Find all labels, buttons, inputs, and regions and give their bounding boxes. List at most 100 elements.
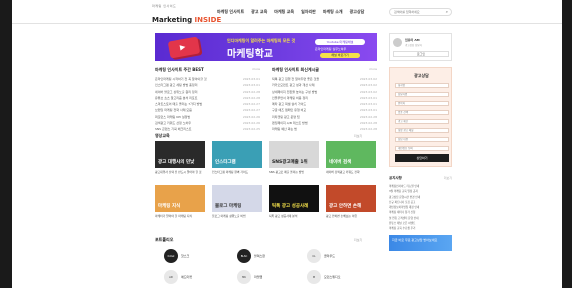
list-item[interactable]: 마케팅 교육 수료생 후기 — [389, 226, 452, 231]
portfolio-name: 애드마켓 — [181, 275, 193, 279]
industry-select[interactable]: 업종 선택 — [395, 110, 449, 115]
nav-item-jobs[interactable]: 일자리판 — [301, 9, 316, 15]
search-icon[interactable]: ⌕ — [446, 9, 448, 14]
nav-item-insight[interactable]: 마케팅 인사이트 — [217, 9, 244, 15]
video-caption[interactable]: 블로그 마케팅 상위노출 비법 — [212, 214, 262, 219]
list-item[interactable]: SNS 콘텐츠 기획 체크리스트 2023.02.25 — [155, 127, 260, 133]
video-thumbnail-text: 광고 대행사의 민낯 — [158, 160, 195, 165]
video-thumbnail-text: 틱톡 광고 성공사례 — [272, 204, 309, 209]
avatar: M — [307, 270, 321, 284]
budget-select[interactable]: 광고 예산 — [395, 119, 449, 124]
video-thumbnail[interactable]: 광고 대행사의 민낯 — [155, 141, 205, 168]
banner-badge: Youtube 마케팅채널 — [315, 39, 365, 45]
video-thumbnail[interactable]: 인스타그램 — [212, 141, 262, 168]
consult-submit-button[interactable]: 상담하기 — [395, 154, 449, 162]
latest-posts-list: 마케팅 인사이트 최신게시글 more 틱톡 광고 집행 전 알아두면 좋은 것… — [272, 67, 377, 134]
portfolio-item[interactable]: CL 클라우드 — [307, 249, 335, 263]
nav-item-about[interactable]: 마케팅 소개 — [323, 9, 343, 15]
manager-name-field[interactable]: 담당자명 — [395, 92, 449, 97]
video-thumbnail-text: 블로그 마케팅 — [215, 204, 242, 209]
video-caption[interactable]: 틱톡 광고 성공사례 분석 — [269, 214, 319, 219]
video-caption[interactable]: SNS 광고로 매출 올리는 방법 — [269, 170, 319, 175]
weekly-best-title: 마케팅 인사이트 주간 BEST — [155, 67, 204, 72]
portfolio-item[interactable]: M 모던스튜디오 — [307, 270, 341, 284]
ad-form-title: 광고상담 — [414, 73, 429, 78]
latest-posts-title: 마케팅 인사이트 최신게시글 — [272, 67, 319, 72]
site-logo[interactable]: 마케팅 인사이드 Marketing INSIDE — [152, 5, 221, 25]
video-caption[interactable]: 마케터가 알아야 할 마케팅 지식 — [155, 214, 205, 219]
video-thumbnail[interactable]: 광고 안하면 손해 — [326, 185, 376, 212]
nav-item-ad-edu[interactable]: 광고 교육 — [251, 9, 267, 15]
nav-item-marketing-edu[interactable]: 마케팅 교육 — [274, 9, 294, 15]
weekly-best-header: 마케팅 인사이트 주간 BEST more — [155, 67, 260, 73]
logo-prefix: Marketing — [152, 16, 195, 24]
portfolio-name: 블랙스완 — [254, 254, 266, 258]
phone-field[interactable]: 연락처 — [395, 101, 449, 106]
logo-text: Marketing INSIDE — [152, 16, 221, 24]
notice-more-link[interactable]: 더보기 — [444, 176, 452, 181]
video-thumbnail-text: 인스타그램 — [215, 160, 236, 165]
video-thumbnail[interactable]: 블로그 마케팅 — [212, 185, 262, 212]
portfolio-item[interactable]: MK 마켓랩 — [237, 270, 262, 284]
message-field[interactable]: 상담 내용 — [395, 137, 449, 142]
video-thumbnail-text: 광고 안하면 손해 — [329, 204, 362, 209]
weekly-best-more-link[interactable]: more — [252, 67, 260, 73]
login-subtitle: 광고상담 담당자 — [405, 44, 422, 47]
logo-highlight: INSIDE — [194, 16, 222, 24]
video-thumbnail[interactable]: 마케팅 지식 — [155, 185, 205, 212]
youtube-icon — [167, 36, 201, 59]
company-field[interactable]: 회사명 — [395, 83, 449, 88]
nav-item-consult[interactable]: 광고상담 — [350, 9, 365, 15]
side-banner[interactable]: 지금 바로 무료 광고상담 받아보세요 — [389, 235, 452, 251]
video-caption[interactable]: 인스타그램 마케팅 완벽 가이드 — [212, 170, 262, 175]
ad-consult-form: 광고상담 회사명 담당자명 연락처 업종 선택 광고 예산 희망 광고 채널 상… — [389, 67, 452, 167]
video-caption[interactable]: 광고 안하면 손해보는 이유 — [326, 214, 376, 219]
video-thumbnail[interactable]: 틱톡 광고 성공사례 — [269, 185, 319, 212]
video-thumbnail[interactable]: SNS광고매출 1위 — [269, 141, 319, 168]
portfolio-name: 클라우드 — [324, 254, 336, 258]
search-input[interactable] — [394, 9, 440, 15]
logo-subtitle: 마케팅 인사이드 — [152, 4, 177, 8]
avatar — [393, 38, 402, 47]
avatar: CL — [307, 249, 321, 263]
portfolio-name: 핫스크 — [181, 254, 190, 258]
banner-title: 마케팅학교 — [227, 49, 273, 60]
header: 마케팅 인사이드 Marketing INSIDE 마케팅 인사이트 광고 교육… — [12, 0, 562, 24]
video-caption[interactable]: 광고대행사 선택 전 반드시 알아야 할 것 — [155, 170, 205, 175]
video-caption[interactable]: 네이버 검색광고 키워드 전략 — [326, 170, 376, 175]
banner-button[interactable]: 채널 바로가기 — [320, 53, 360, 58]
portfolio-item[interactable]: AD 애드마켓 — [164, 270, 192, 284]
latest-posts-more-link[interactable]: more — [369, 67, 377, 73]
video-thumbnail[interactable]: 네이버 검색 — [326, 141, 376, 168]
avatar: hotsk — [164, 249, 178, 263]
page: 마케팅 인사이드 Marketing INSIDE 마케팅 인사이트 광고 교육… — [12, 0, 562, 288]
portfolio-title: 포트폴리오 — [155, 237, 174, 242]
portfolio-item[interactable]: BLSC 블랙스완 — [237, 249, 265, 263]
portfolio-name: 마켓랩 — [254, 275, 263, 279]
banner-subtitle: 온라인마케팅 실무노하우 — [315, 47, 347, 51]
list-item-date: 2023.02.28 — [359, 127, 377, 132]
portfolio-more-link[interactable]: 더보기 — [354, 238, 362, 242]
video-edu-more-link[interactable]: 더보기 — [354, 134, 362, 138]
login-name: 임유미 AM — [405, 38, 420, 42]
notice-list: 공지사항 더보기 마케팅인사이드 리뉴얼 안내 3월 마케팅 교육 일정 공지 … — [389, 176, 452, 232]
avatar: BLSC — [237, 249, 251, 263]
portfolio-name: 모던스튜디오 — [324, 275, 341, 279]
video-thumbnail-text: SNS광고매출 1위 — [272, 160, 308, 165]
banner-top-text: 인디마케팅이 알려주는 마케팅의 모든 것 — [227, 38, 296, 43]
list-item-date: 2023.02.25 — [242, 127, 260, 132]
list-item[interactable]: 마케팅 예산 짜는 법 2023.02.28 — [272, 127, 377, 133]
portfolio-item[interactable]: hotsk 핫스크 — [164, 249, 189, 263]
video-thumbnail-text: 네이버 검색 — [329, 160, 352, 165]
latest-posts-header: 마케팅 인사이트 최신게시글 more — [272, 67, 377, 73]
video-thumbnail-text: 마케팅 지식 — [158, 204, 181, 209]
main-nav: 마케팅 인사이트 광고 교육 마케팅 교육 일자리판 마케팅 소개 광고상담 — [217, 9, 364, 15]
avatar: MK — [237, 270, 251, 284]
login-box: 임유미 AM 광고상담 담당자 로그인 — [389, 33, 452, 61]
main-banner[interactable]: 인디마케팅이 알려주는 마케팅의 모든 것 마케팅학교 Youtube 마케팅채… — [155, 33, 377, 61]
privacy-agree-checkbox[interactable]: 개인정보 동의 — [395, 146, 449, 151]
login-button[interactable]: 로그인 — [393, 51, 449, 57]
notice-title: 공지사항 — [389, 176, 402, 180]
channel-select[interactable]: 희망 광고 채널 — [395, 128, 449, 133]
avatar: AD — [164, 270, 178, 284]
